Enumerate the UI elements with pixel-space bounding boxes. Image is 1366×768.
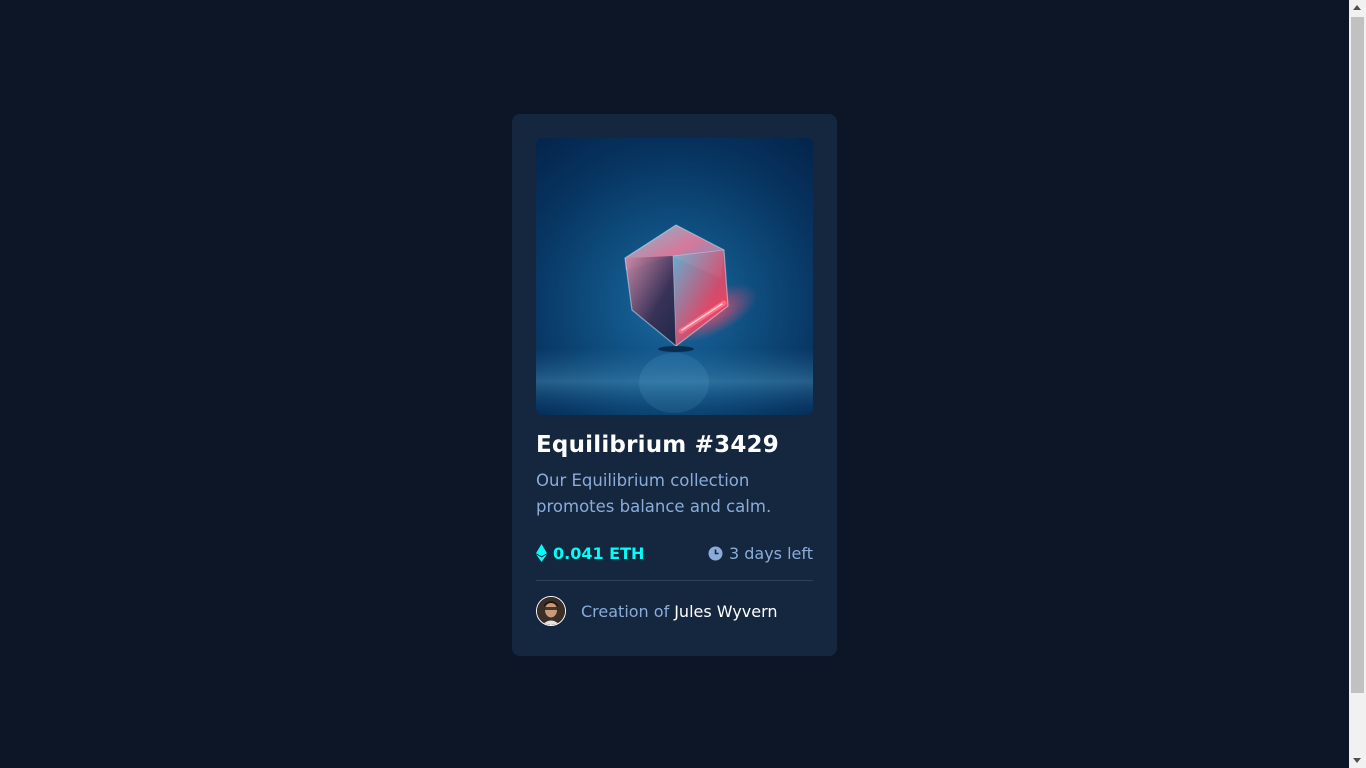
avatar: [536, 596, 566, 626]
scroll-up-icon[interactable]: [1353, 5, 1361, 10]
nft-card: Equilibrium #3429 Our Equilibrium collec…: [512, 114, 837, 656]
creator-label: Creation of: [581, 601, 670, 621]
time-left: 3 days left: [708, 544, 813, 563]
price: 0.041 ETH: [536, 544, 644, 563]
scrollbar[interactable]: [1349, 0, 1366, 768]
card-description: Our Equilibrium collection promotes bala…: [536, 471, 772, 516]
divider: [536, 580, 813, 581]
page: Equilibrium #3429 Our Equilibrium collec…: [0, 0, 1366, 768]
scrollbar-thumb[interactable]: [1351, 17, 1364, 693]
card-meta: 0.041 ETH 3 days left: [536, 541, 813, 565]
cube-illustration: [536, 224, 813, 415]
ethereum-icon: [536, 544, 547, 562]
creator: Creation of Jules Wyvern: [536, 596, 813, 626]
clock-icon: [708, 546, 723, 560]
card-title[interactable]: Equilibrium #3429: [536, 432, 813, 458]
price-value: 0.041 ETH: [553, 543, 645, 563]
scroll-down-icon[interactable]: [1353, 758, 1361, 763]
creator-name-link[interactable]: Jules Wyvern: [674, 602, 777, 621]
time-left-value: 3 days left: [728, 543, 813, 563]
nft-image[interactable]: [536, 138, 813, 415]
